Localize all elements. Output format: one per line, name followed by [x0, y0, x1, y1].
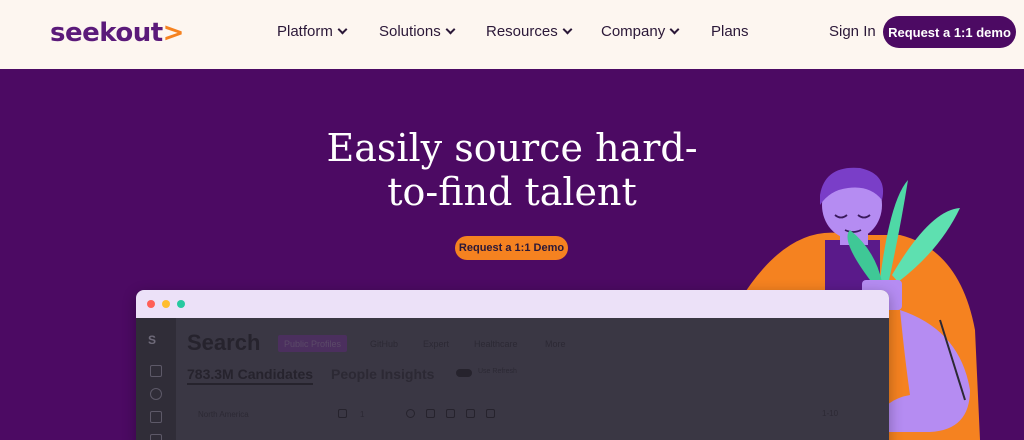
chevron-down-icon — [337, 24, 348, 35]
toggle-label: Use Refresh — [478, 368, 517, 375]
app-body: S Search Public Profiles GitHub Expert H… — [136, 318, 889, 440]
pagination[interactable]: 1-10 — [822, 409, 838, 418]
grid-icon — [150, 365, 162, 377]
window-titlebar — [136, 290, 889, 318]
tab-more[interactable]: More — [539, 335, 572, 352]
tab-github[interactable]: GitHub — [364, 335, 404, 352]
hero-title: Easily source hard- to-find talent — [300, 126, 724, 214]
minimize-dot-icon — [162, 300, 170, 308]
nav-company[interactable]: Company — [601, 23, 680, 40]
phone-icon[interactable] — [466, 409, 475, 418]
chevron-down-icon — [669, 24, 680, 35]
nav-plans[interactable]: Plans — [711, 23, 749, 40]
document-icon — [150, 411, 162, 423]
location-filter[interactable]: North America — [198, 410, 249, 419]
request-demo-button[interactable]: Request a 1:1 demo — [883, 16, 1016, 48]
folder-count: 1 — [360, 410, 365, 419]
logo-text: seekout — [50, 18, 163, 48]
chevron-down-icon — [445, 24, 456, 35]
people-insights-tab[interactable]: People Insights — [331, 366, 434, 382]
tab-expert[interactable]: Expert — [417, 335, 455, 352]
tab-public-profiles[interactable]: Public Profiles — [278, 335, 348, 352]
app-preview-window: S Search Public Profiles GitHub Expert H… — [136, 290, 889, 440]
candidates-count[interactable]: 783.3M Candidates — [187, 366, 314, 385]
nav-plans-label: Plans — [711, 23, 749, 40]
nav-resources[interactable]: Resources — [486, 23, 573, 40]
seekout-logo[interactable]: seekout> — [50, 18, 184, 48]
nav-company-label: Company — [601, 23, 666, 40]
nav-resources-label: Resources — [486, 23, 558, 40]
top-nav: seekout> Platform Solutions Resources Co… — [0, 0, 1024, 69]
hero-demo-button[interactable]: Request a 1:1 Demo — [455, 236, 568, 260]
close-dot-icon — [147, 300, 155, 308]
copy-icon[interactable] — [486, 409, 495, 418]
app-sidebar: S — [136, 318, 176, 440]
card-icon[interactable] — [446, 409, 455, 418]
app-sidebar-logo: S — [148, 333, 157, 347]
folder-icon — [150, 434, 162, 440]
sign-in-link[interactable]: Sign In — [829, 23, 876, 40]
folder-icon[interactable] — [426, 409, 435, 418]
chevron-down-icon — [562, 24, 573, 35]
nav-solutions-label: Solutions — [379, 23, 441, 40]
refresh-toggle[interactable] — [456, 369, 472, 377]
app-search-title: Search — [187, 330, 261, 355]
nav-solutions[interactable]: Solutions — [379, 23, 456, 40]
tab-healthcare[interactable]: Healthcare — [468, 335, 524, 352]
nav-platform-label: Platform — [277, 23, 333, 40]
logo-arrow: > — [162, 18, 185, 48]
nav-platform[interactable]: Platform — [277, 23, 348, 40]
search-icon[interactable] — [406, 409, 415, 418]
maximize-dot-icon — [177, 300, 185, 308]
folder-icon[interactable] — [338, 409, 347, 418]
hero-title-line1: Easily source hard- — [326, 126, 698, 170]
search-icon — [150, 388, 162, 400]
hero-title-line2: to-find talent — [387, 170, 637, 214]
